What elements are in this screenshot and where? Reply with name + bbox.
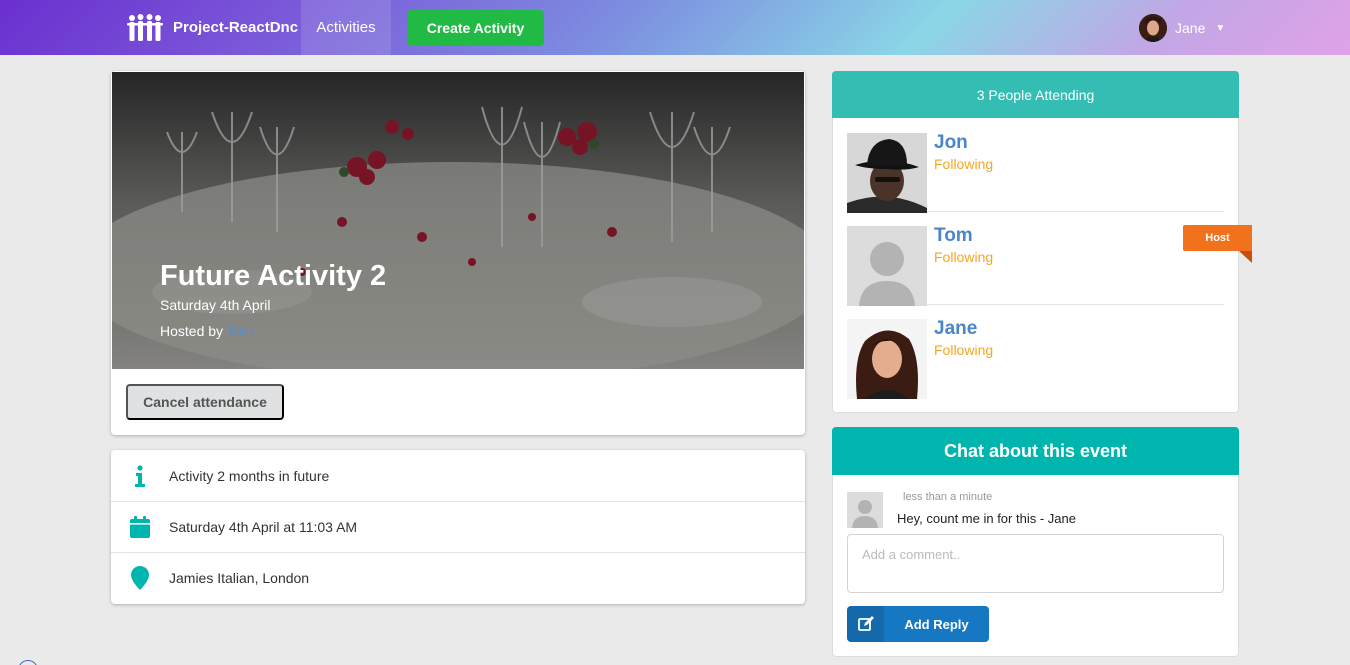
user-avatar	[1139, 14, 1167, 42]
calendar-icon	[111, 516, 169, 538]
attendee-following-status: Following	[934, 249, 994, 265]
info-row-description: Activity 2 months in future	[111, 450, 805, 501]
hosted-by-label: Hosted by	[160, 323, 224, 339]
attendee-name[interactable]: Jon	[934, 132, 968, 154]
host-badge: Host	[1183, 225, 1252, 263]
attendee-following-status: Following	[934, 156, 994, 172]
user-name: Jane	[1175, 20, 1206, 36]
user-menu-dropdown[interactable]: Jane ▼	[1139, 13, 1225, 43]
info-row-venue: Jamies Italian, London	[111, 552, 805, 603]
chevron-down-icon: ▼	[1215, 22, 1226, 34]
brand-link[interactable]: Project-ReactDnc	[111, 0, 301, 55]
attendee-item[interactable]: Jon Following	[847, 119, 1224, 213]
activity-header-card: Future Activity 2 Saturday 4th April Hos…	[111, 71, 805, 435]
attendees-header: 3 People Attending	[832, 71, 1239, 118]
add-reply-label: Add Reply	[904, 616, 969, 632]
info-icon	[111, 464, 169, 487]
user-avatar-image	[1139, 14, 1167, 42]
activity-datetime: Saturday 4th April at 11:03 AM	[169, 519, 358, 535]
chat-card: Chat about this event less than a minute…	[832, 427, 1239, 657]
activity-info-card: Activity 2 months in future Saturday 4th…	[111, 450, 805, 604]
attendee-item[interactable]: Tom Following	[847, 212, 1224, 306]
chat-header: Chat about this event	[832, 427, 1239, 475]
brand-name: Project-ReactDnc	[173, 19, 299, 36]
host-name-link[interactable]: Tom	[227, 323, 253, 339]
attendee-photo-placeholder	[847, 226, 927, 306]
nav-activities-link[interactable]: Activities	[301, 0, 391, 55]
activity-date: Saturday 4th April	[160, 297, 271, 313]
attendee-item[interactable]: Jane Following	[847, 305, 1224, 399]
comment-input[interactable]	[847, 534, 1224, 593]
people-logo-icon	[127, 13, 163, 41]
attendee-photo	[847, 133, 927, 213]
comment-text: Hey, count me in for this - Jane	[897, 511, 1076, 526]
cancel-attendance-button[interactable]: Cancel attendance	[126, 384, 284, 420]
activity-description: Activity 2 months in future	[169, 467, 330, 484]
activity-title: Future Activity 2	[160, 260, 387, 292]
edit-icon	[847, 606, 884, 642]
attendees-card: 3 People Attending Jon Following Tom Fol…	[832, 71, 1239, 413]
attendee-name[interactable]: Tom	[934, 225, 973, 247]
attendee-name[interactable]: Jane	[934, 318, 977, 340]
top-navbar: Project-ReactDnc Activities Create Activ…	[0, 0, 1350, 55]
map-marker-icon	[111, 566, 169, 590]
corner-indicator	[18, 660, 38, 665]
activity-venue: Jamies Italian, London	[169, 570, 310, 586]
attendee-photo	[847, 319, 927, 399]
info-row-datetime: Saturday 4th April at 11:03 AM	[111, 501, 805, 552]
comment-timestamp: less than a minute	[903, 491, 993, 503]
attendee-following-status: Following	[934, 342, 994, 358]
create-activity-button[interactable]: Create Activity	[407, 10, 544, 46]
comment-avatar[interactable]	[847, 492, 883, 528]
activity-host-line: Hosted by Tom	[160, 323, 253, 339]
add-reply-button[interactable]: Add Reply	[847, 606, 989, 642]
